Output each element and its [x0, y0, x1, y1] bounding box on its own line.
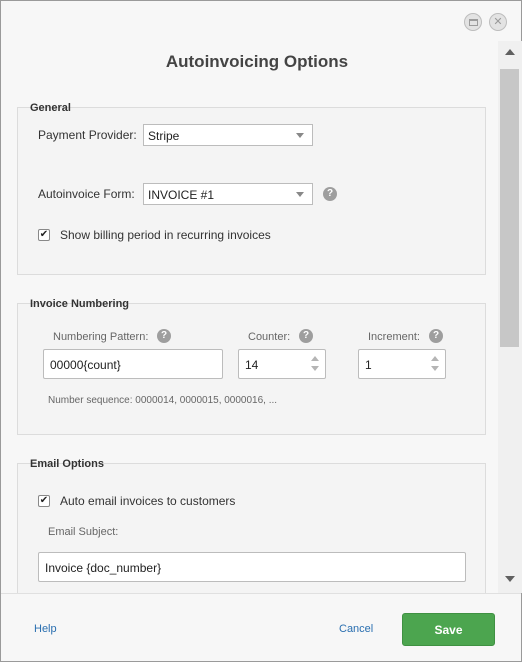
vertical-scrollbar[interactable] — [498, 41, 522, 593]
payment-provider-label: Payment Provider: — [38, 128, 137, 142]
counter-stepper[interactable]: 14 — [238, 349, 326, 379]
save-button-label: Save — [434, 622, 463, 637]
chevron-down-icon — [296, 133, 304, 138]
email-subject-label: Email Subject: — [48, 526, 119, 538]
autoinvoice-form-label: Autoinvoice Form: — [38, 187, 135, 201]
minimize-icon — [468, 18, 478, 26]
help-icon[interactable]: ? — [323, 187, 337, 201]
counter-label: Counter: — [248, 331, 291, 343]
auto-email-label: Auto email invoices to customers — [60, 494, 236, 508]
invoice-numbering-section: Invoice Numbering Numbering Pattern: ? C… — [17, 298, 486, 435]
dialog-title: Autoinvoicing Options — [165, 52, 349, 71]
email-options-section: Email Options ✔ Auto email invoices to c… — [17, 458, 486, 593]
minimize-button[interactable] — [464, 13, 482, 31]
stepper-arrows-icon[interactable] — [431, 354, 439, 374]
close-button[interactable]: ✕ — [489, 13, 507, 31]
close-icon: ✕ — [493, 15, 503, 28]
scroll-up-icon[interactable] — [505, 49, 515, 55]
number-sequence-preview: Number sequence: 0000014, 0000015, 00000… — [48, 395, 278, 406]
help-icon[interactable]: ? — [299, 329, 313, 343]
payment-provider-select[interactable]: Stripe — [143, 124, 313, 146]
cancel-button[interactable]: Cancel — [339, 623, 373, 635]
help-link[interactable]: Help — [34, 623, 57, 635]
autoinvoice-form-value: INVOICE #1 — [148, 188, 215, 202]
counter-value: 14 — [245, 358, 259, 372]
autoinvoice-form-select[interactable]: INVOICE #1 — [143, 183, 313, 205]
increment-value: 1 — [365, 358, 372, 372]
dialog-footer: Help Cancel Save — [1, 593, 521, 661]
general-section: General Payment Provider: Stripe Autoinv… — [17, 102, 486, 275]
help-icon[interactable]: ? — [157, 329, 171, 343]
invoice-numbering-title: Invoice Numbering — [30, 298, 130, 310]
show-billing-checkbox[interactable]: ✔ — [38, 229, 50, 241]
email-options-title: Email Options — [30, 458, 104, 470]
auto-email-checkbox[interactable]: ✔ — [38, 495, 50, 507]
options-scroll-area[interactable]: General Payment Provider: Stripe Autoinv… — [1, 89, 498, 593]
help-icon[interactable]: ? — [429, 329, 443, 343]
numbering-pattern-input[interactable]: 00000{count} — [43, 349, 223, 379]
numbering-pattern-label: Numbering Pattern: — [53, 331, 149, 343]
chevron-down-icon — [296, 192, 304, 197]
scrollbar-thumb[interactable] — [500, 69, 519, 347]
email-subject-input[interactable]: Invoice {doc_number} — [38, 552, 466, 582]
stepper-arrows-icon[interactable] — [311, 354, 319, 374]
payment-provider-value: Stripe — [148, 129, 180, 143]
general-section-title: General — [30, 102, 71, 114]
increment-label: Increment: — [368, 331, 420, 343]
scroll-down-icon[interactable] — [505, 576, 515, 582]
save-button[interactable]: Save — [402, 613, 495, 646]
show-billing-label: Show billing period in recurring invoice… — [60, 228, 271, 242]
autoinvoicing-options-dialog: ✕ Autoinvoicing Options General Payment … — [0, 0, 522, 662]
increment-stepper[interactable]: 1 — [358, 349, 446, 379]
